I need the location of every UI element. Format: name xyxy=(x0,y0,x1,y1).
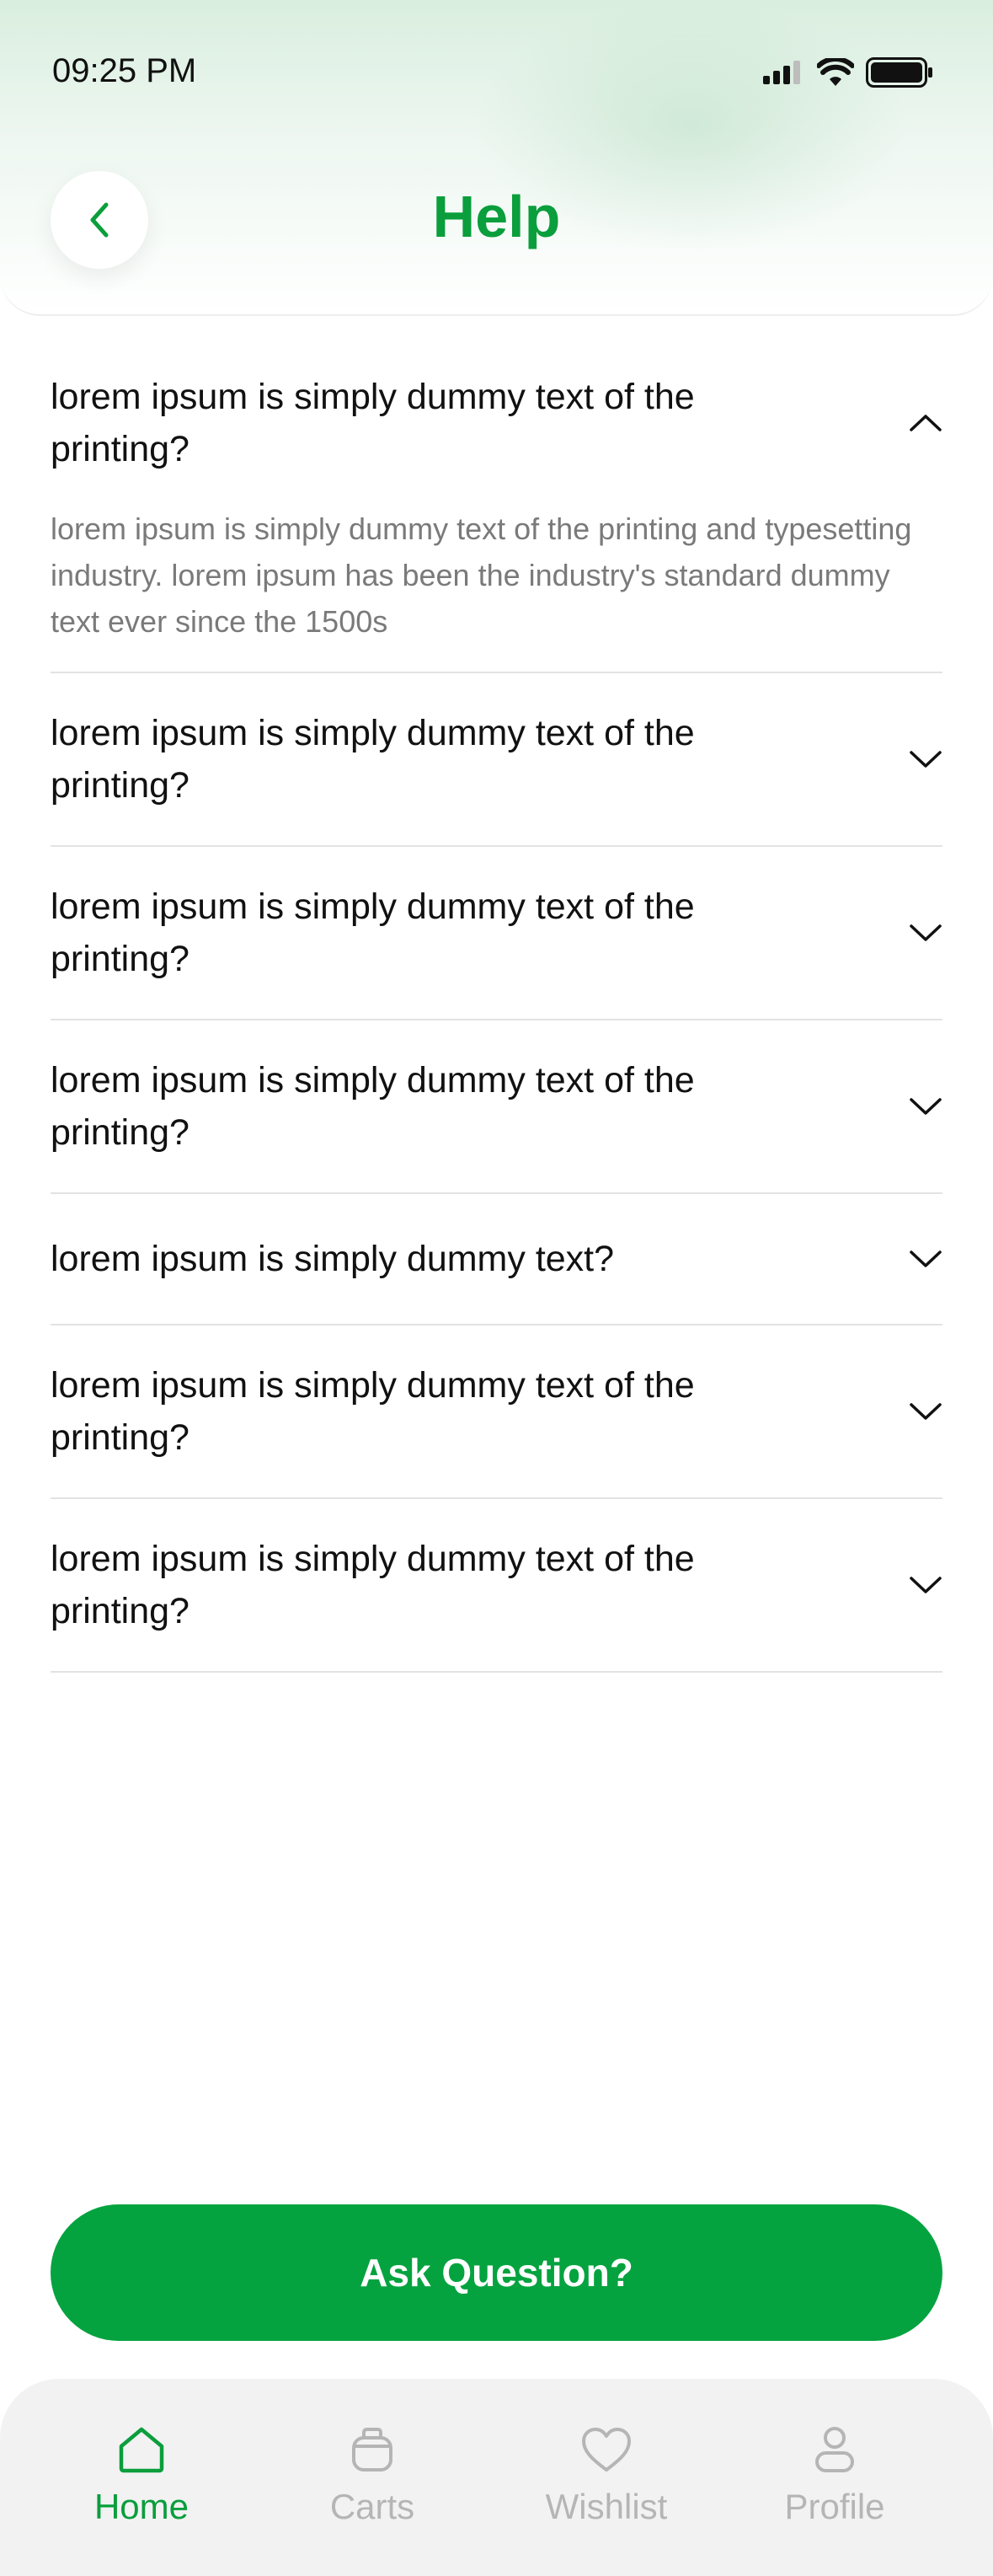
chevron-down-icon[interactable] xyxy=(909,1242,942,1276)
faq-question: lorem ipsum is simply dummy text of the … xyxy=(51,1539,695,1631)
nav-item-home[interactable]: Home xyxy=(49,2423,234,2541)
user-icon xyxy=(808,2423,862,2477)
status-time: 09:25 PM xyxy=(52,52,197,89)
wifi-icon xyxy=(817,58,854,86)
nav-label-profile: Profile xyxy=(784,2487,885,2526)
ask-question-button[interactable]: Ask Question? xyxy=(51,2204,942,2341)
faq-question-row[interactable]: lorem ipsum is simply dummy text of the … xyxy=(51,371,942,475)
faq-question: lorem ipsum is simply dummy text of the … xyxy=(51,886,695,979)
ask-question-label: Ask Question? xyxy=(360,2251,633,2295)
chevron-down-icon[interactable] xyxy=(909,1395,942,1428)
nav-item-carts[interactable]: Carts xyxy=(280,2423,465,2541)
faq-answer: lorem ipsum is simply dummy text of the … xyxy=(51,511,912,639)
faq-question: lorem ipsum is simply dummy text? xyxy=(51,1239,615,1279)
bottom-nav: Home Carts Wishlist Profile xyxy=(0,2379,993,2576)
status-icons xyxy=(763,56,933,89)
header: 09:25 PM Help xyxy=(0,0,993,316)
nav-item-profile[interactable]: Profile xyxy=(742,2423,927,2541)
signal-icon xyxy=(763,61,800,84)
faq-question-row[interactable]: lorem ipsum is simply dummy text of the … xyxy=(51,707,942,811)
page-title: Help xyxy=(432,184,561,249)
faq-question-row[interactable]: lorem ipsum is simply dummy text? xyxy=(51,1233,942,1285)
nav-label-wishlist: Wishlist xyxy=(545,2487,668,2526)
home-icon xyxy=(115,2423,168,2477)
header-bar: Help xyxy=(0,164,993,274)
faq-item[interactable]: lorem ipsum is simply dummy text of the … xyxy=(51,1020,942,1194)
help-screen: 09:25 PM Help lorem ipsum is simply dumm… xyxy=(0,0,993,2576)
faq-item[interactable]: lorem ipsum is simply dummy text of the … xyxy=(51,673,942,847)
heart-icon xyxy=(579,2423,633,2477)
faq-item[interactable]: lorem ipsum is simply dummy text of the … xyxy=(51,337,942,673)
chevron-up-icon[interactable] xyxy=(909,406,942,440)
faq-question: lorem ipsum is simply dummy text of the … xyxy=(51,377,695,469)
chevron-down-icon[interactable] xyxy=(909,916,942,950)
faq-item[interactable]: lorem ipsum is simply dummy text of the … xyxy=(51,847,942,1020)
faq-question-row[interactable]: lorem ipsum is simply dummy text of the … xyxy=(51,1054,942,1159)
nav-label-home: Home xyxy=(93,2487,190,2526)
battery-icon xyxy=(866,57,932,88)
faq-item[interactable]: lorem ipsum is simply dummy text of the … xyxy=(51,1325,942,1499)
faq-item[interactable]: lorem ipsum is simply dummy text? xyxy=(51,1194,942,1325)
status-bar: 09:25 PM xyxy=(0,0,993,143)
faq-question-row[interactable]: lorem ipsum is simply dummy text of the … xyxy=(51,1533,942,1637)
cart-icon xyxy=(345,2423,399,2477)
nav-label-carts: Carts xyxy=(329,2487,415,2526)
faq-question-row[interactable]: lorem ipsum is simply dummy text of the … xyxy=(51,881,942,985)
nav-item-wishlist[interactable]: Wishlist xyxy=(514,2423,699,2541)
faq-question-row[interactable]: lorem ipsum is simply dummy text of the … xyxy=(51,1359,942,1464)
faq-list: lorem ipsum is simply dummy text of the … xyxy=(51,337,942,1673)
faq-question: lorem ipsum is simply dummy text of the … xyxy=(51,1060,695,1153)
chevron-down-icon[interactable] xyxy=(909,1568,942,1602)
faq-item[interactable]: lorem ipsum is simply dummy text of the … xyxy=(51,1499,942,1673)
chevron-down-icon[interactable] xyxy=(909,1090,942,1123)
faq-question: lorem ipsum is simply dummy text of the … xyxy=(51,1365,695,1458)
chevron-down-icon[interactable] xyxy=(909,742,942,776)
faq-question: lorem ipsum is simply dummy text of the … xyxy=(51,713,695,806)
